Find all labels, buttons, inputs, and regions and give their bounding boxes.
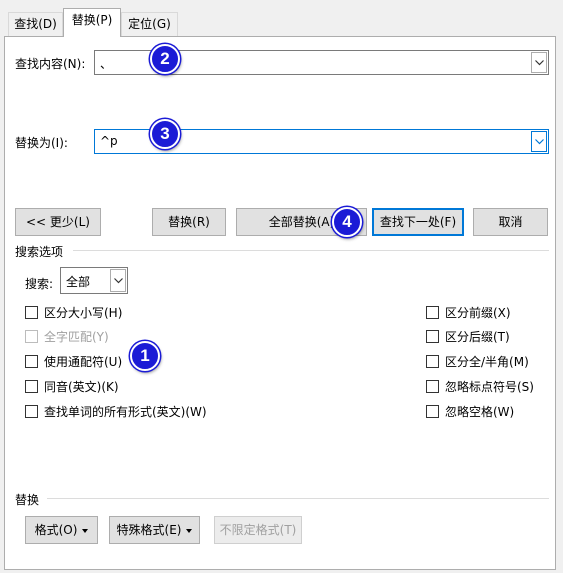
special-format-button[interactable]: 特殊格式(E) [109,516,200,544]
checkbox-box[interactable] [426,306,439,319]
tab-find[interactable]: 查找(D) [8,12,63,36]
checkbox-box[interactable] [426,355,439,368]
sounds-like-label: 同音(英文)(K) [44,380,119,394]
caret-down-icon [82,528,89,533]
no-formatting-button: 不限定格式(T) [214,516,302,544]
tab-goto[interactable]: 定位(G) [121,12,178,36]
tab-replace[interactable]: 替换(P) [63,8,121,37]
match-prefix-label: 区分前缀(X) [445,306,511,320]
whole-word-label: 全字匹配(Y) [44,330,109,344]
search-scope-value: 全部 [66,275,91,289]
match-case-checkbox[interactable]: 区分大小写(H) [25,304,122,321]
match-prefix-checkbox[interactable]: 区分前缀(X) [426,304,511,321]
annotation-badge-2: 2 [150,44,180,74]
match-width-checkbox[interactable]: 区分全/半角(M) [426,353,529,370]
tab-bar: 查找(D) 替换(P) 定位(G) [0,0,563,37]
replace-section-divider [47,498,549,499]
less-button[interactable]: << 更少(L) [15,208,101,236]
replace-section-title: 替换 [15,493,40,507]
checkbox-box[interactable] [25,306,38,319]
sounds-like-checkbox[interactable]: 同音(英文)(K) [25,378,119,395]
format-button-label: 格式(O) [34,523,78,537]
replace-label: 替换为(I): [15,136,68,150]
search-options-title: 搜索选项 [15,245,64,259]
replace-dropdown-button[interactable] [531,131,547,152]
replace-panel: 查找内容(N): 、 替换为(I): ^p << 更少(L) 替换(R) 全部替… [4,36,556,570]
cancel-button[interactable]: 取消 [473,208,548,236]
format-button[interactable]: 格式(O) [25,516,98,544]
caret-down-icon [186,528,193,533]
find-input[interactable]: 、 [100,55,112,72]
checkbox-box[interactable] [25,405,38,418]
checkbox-box[interactable] [426,405,439,418]
chevron-down-icon [113,277,123,283]
word-forms-label: 查找单词的所有形式(英文)(W) [44,405,207,419]
annotation-badge-1: 1 [130,341,160,371]
checkbox-box[interactable] [25,380,38,393]
match-case-label: 区分大小写(H) [44,306,123,320]
annotation-badge-4: 4 [332,207,362,237]
ignore-space-label: 忽略空格(W) [445,405,515,419]
checkbox-box[interactable] [426,380,439,393]
whole-word-checkbox: 全字匹配(Y) [25,328,109,345]
special-format-label: 特殊格式(E) [116,523,182,537]
ignore-punct-label: 忽略标点符号(S) [445,380,534,394]
match-suffix-label: 区分后缀(T) [445,330,510,344]
find-label: 查找内容(N): [15,57,86,71]
search-scope-select[interactable]: 全部 [60,267,128,294]
checkbox-box[interactable] [25,355,38,368]
checkbox-box [25,330,38,343]
wildcards-label: 使用通配符(U) [44,355,123,369]
match-width-label: 区分全/半角(M) [445,355,529,369]
word-forms-checkbox[interactable]: 查找单词的所有形式(英文)(W) [25,403,207,420]
chevron-down-icon [534,59,544,65]
chevron-down-icon [534,138,544,144]
ignore-space-checkbox[interactable]: 忽略空格(W) [426,403,514,420]
replace-button[interactable]: 替换(R) [152,208,226,236]
search-scope-dropdown-button[interactable] [110,269,126,292]
search-scope-label: 搜索: [25,277,54,291]
find-dropdown-button[interactable] [531,52,547,73]
checkbox-box[interactable] [426,330,439,343]
wildcards-checkbox[interactable]: 使用通配符(U) [25,353,122,370]
ignore-punct-checkbox[interactable]: 忽略标点符号(S) [426,378,534,395]
replace-input[interactable]: ^p [100,134,118,148]
search-options-divider [73,250,549,251]
annotation-badge-3: 3 [150,119,180,149]
find-next-button[interactable]: 查找下一处(F) [372,208,464,236]
match-suffix-checkbox[interactable]: 区分后缀(T) [426,328,510,345]
